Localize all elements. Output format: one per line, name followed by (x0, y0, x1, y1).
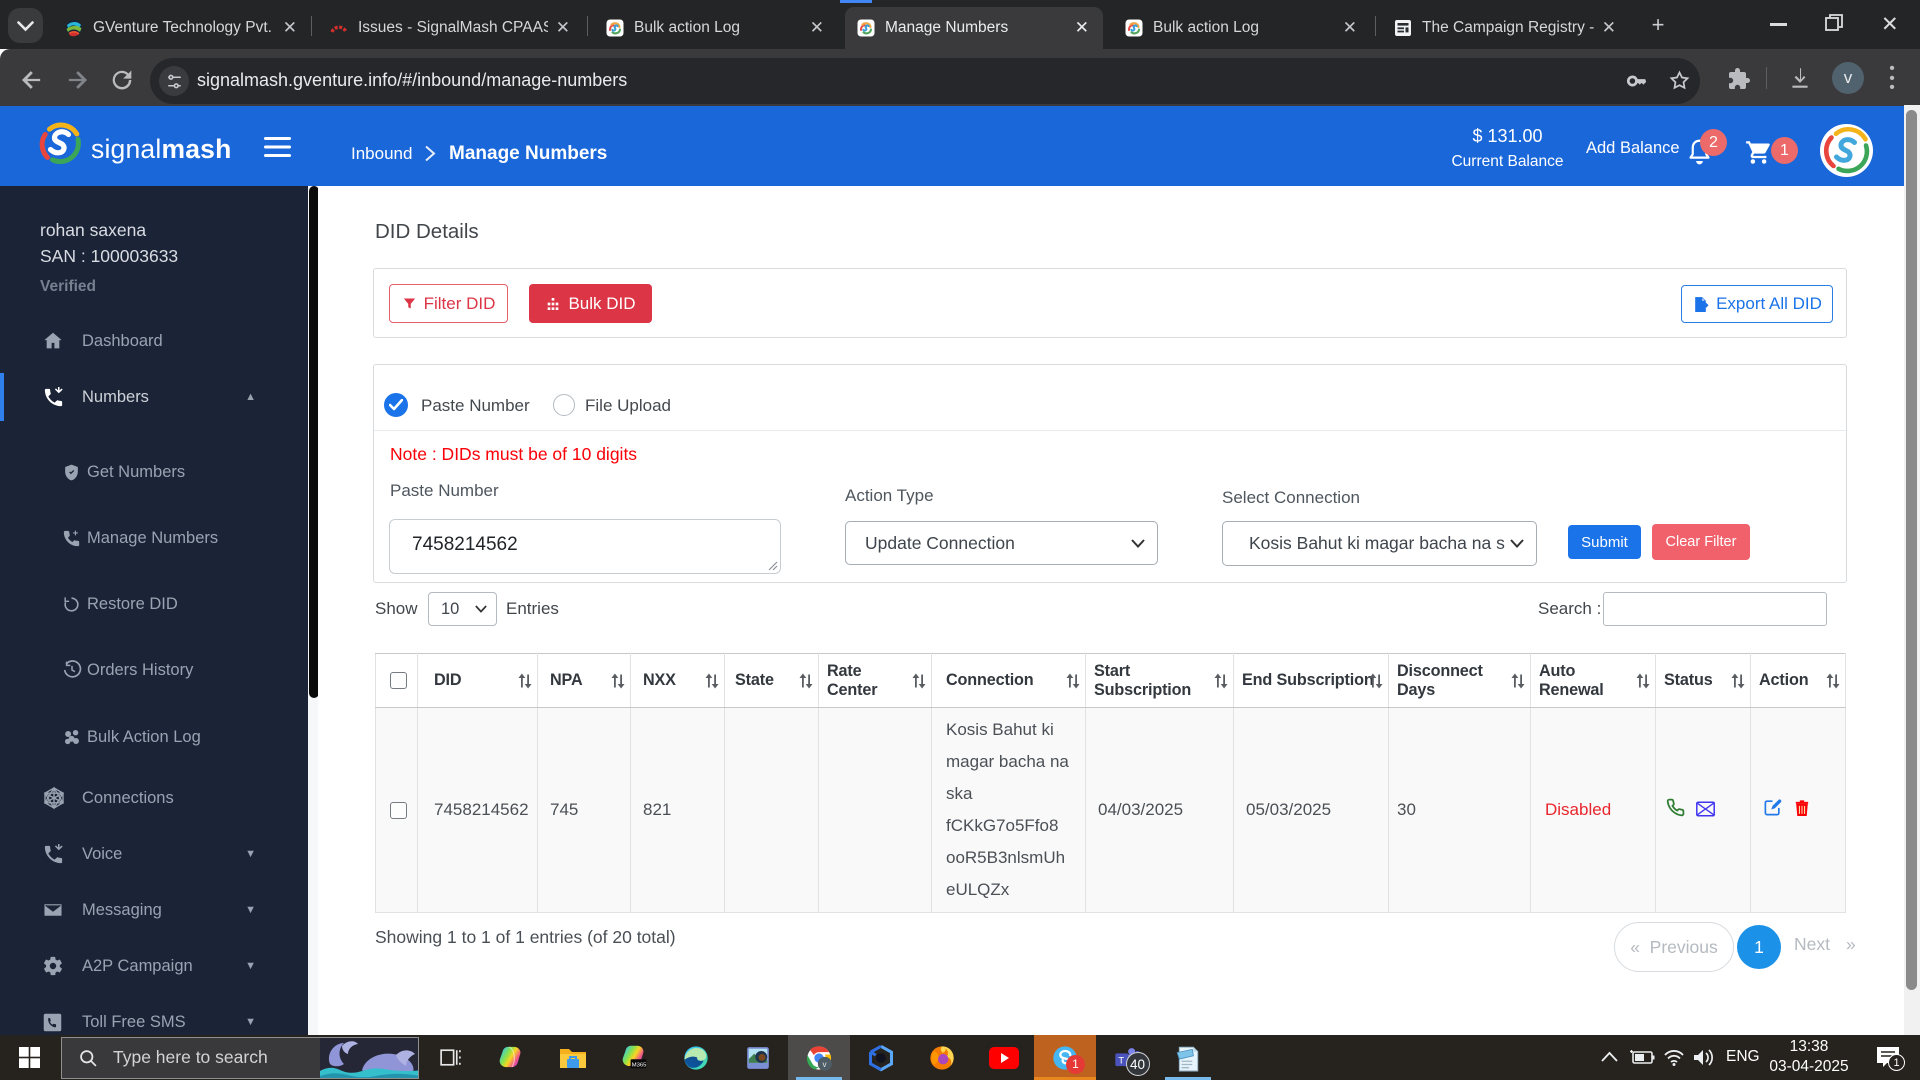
svg-text:T: T (1118, 1055, 1124, 1065)
svg-text:M365: M365 (632, 1062, 647, 1068)
